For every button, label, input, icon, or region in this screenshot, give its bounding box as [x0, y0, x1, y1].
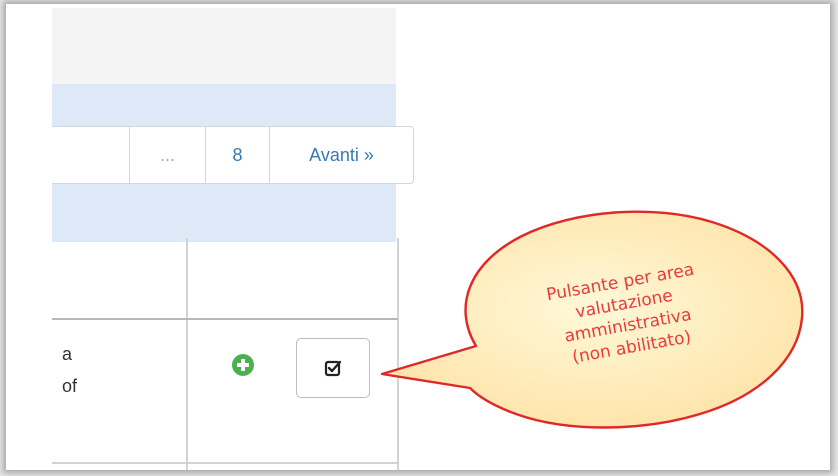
plus-circle-icon[interactable]: [232, 354, 254, 376]
header-row-divider: [52, 318, 398, 320]
page-link-prev[interactable]: [52, 127, 129, 183]
page-link-8[interactable]: 8: [205, 127, 269, 183]
cell-text-line: a: [62, 344, 73, 364]
table-right-border: [397, 238, 399, 470]
pagination: ... 8 Avanti »: [52, 126, 414, 184]
table-cell-text: a of: [62, 338, 77, 402]
header-area: [52, 8, 396, 92]
cell-text-line: of: [62, 376, 78, 396]
check-square-icon: [324, 360, 342, 377]
page-ellipsis: ...: [129, 127, 205, 183]
administrative-evaluation-button[interactable]: [296, 338, 370, 398]
column-divider: [186, 238, 188, 470]
page-link-next[interactable]: Avanti »: [269, 127, 413, 183]
row-divider: [52, 462, 398, 464]
